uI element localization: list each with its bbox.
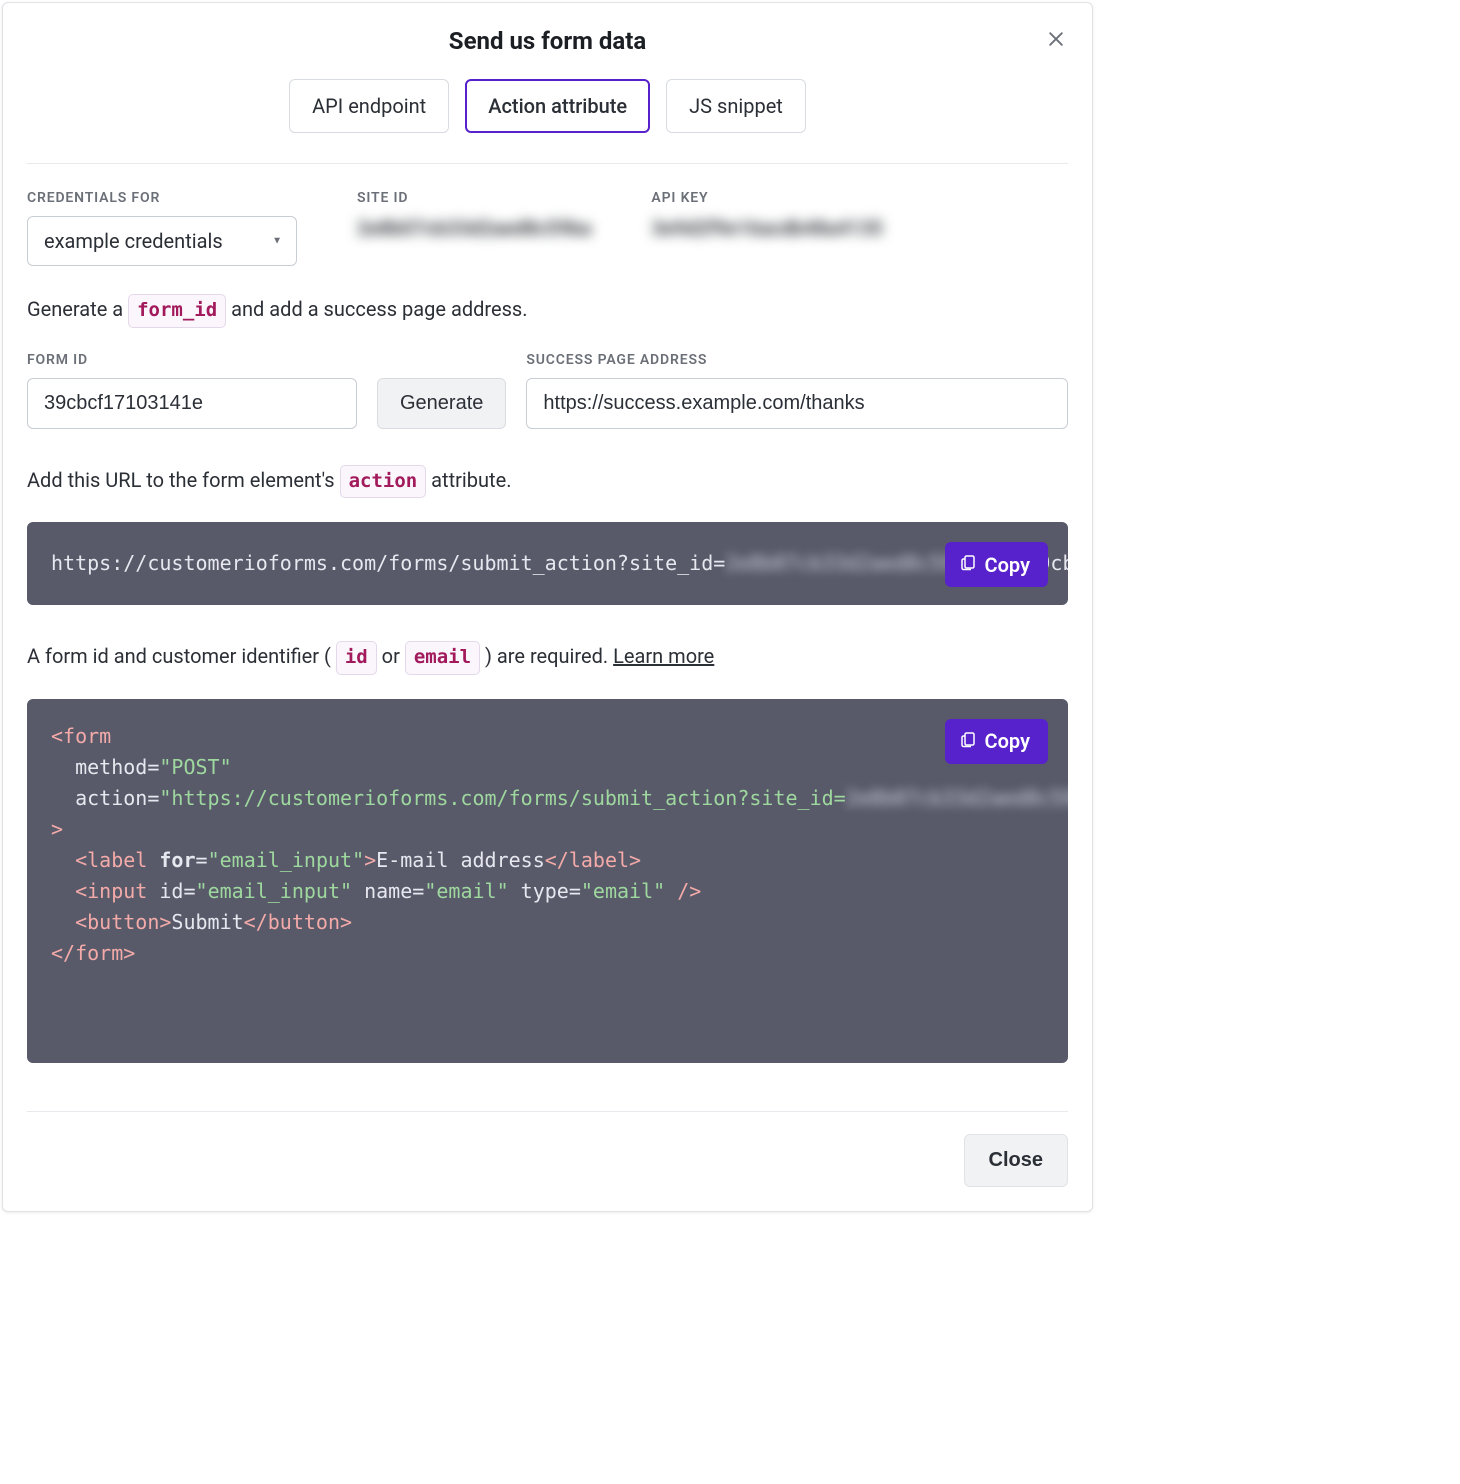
chevron-down-icon: ▼ [272, 236, 282, 247]
text: and add a success page address. [226, 297, 527, 321]
success-page-field: Success Page Address [526, 352, 1068, 429]
credentials-select[interactable]: example credentials ▼ [27, 216, 297, 266]
tab-js-snippet[interactable]: JS snippet [666, 79, 806, 133]
form-id-field: Form ID [27, 352, 357, 429]
modal-header: Send us form data [3, 3, 1092, 55]
tab-api-endpoint[interactable]: API endpoint [289, 79, 449, 133]
code-action: action [340, 465, 427, 499]
success-page-input[interactable] [526, 378, 1068, 429]
form-id-row: Form ID Generate Success Page Address [27, 352, 1068, 429]
code-text: https://customerioforms.com/forms/submit… [171, 786, 845, 810]
generate-sentence: Generate a form_id and add a success pag… [27, 294, 1068, 328]
code-text: Submit [171, 910, 243, 934]
identifier-sentence: A form id and customer identifier ( id o… [27, 641, 1068, 675]
text: A form id and customer identifier ( [27, 644, 336, 668]
action-url-code-block: https://customerioforms.com/forms/submit… [27, 522, 1068, 605]
api-key-block: API Key 3e9d2f9e16acdb48a4135 [651, 190, 882, 240]
api-key-value: 3e9d2f9e16acdb48a4135 [651, 216, 882, 240]
text: ) are required. [480, 644, 613, 668]
close-icon[interactable] [1044, 27, 1068, 51]
text: attribute. [426, 468, 511, 492]
site-id-value: 2e8b07cb33d2aed8c59ba [357, 216, 591, 240]
code-form-id: form_id [128, 294, 226, 328]
obscured-site-id-2: 2e8b07cb33d2aed8c59ba [846, 786, 1068, 810]
modal-title: Send us form data [449, 27, 646, 55]
tab-action-attribute[interactable]: Action attribute [465, 79, 650, 133]
clipboard-icon [959, 552, 977, 577]
obscured-site-id: 2e8b07cb33d2aed8c59ba [725, 551, 978, 575]
action-sentence: Add this URL to the form element's actio… [27, 465, 1068, 499]
text: Generate a [27, 297, 128, 321]
copy-form-snippet-button[interactable]: Copy [945, 719, 1048, 764]
credentials-row: Credentials for example credentials ▼ Si… [27, 190, 1068, 266]
credentials-selected: example credentials [44, 229, 223, 253]
site-id-label: Site ID [357, 190, 591, 206]
code-text: https://customerioforms.com/forms/submit… [51, 551, 725, 575]
copy-label: Copy [985, 729, 1030, 753]
modal-content: Credentials for example credentials ▼ Si… [3, 164, 1092, 1063]
clipboard-icon [959, 729, 977, 754]
tabs-row: API endpoint Action attribute JS snippet [3, 55, 1092, 163]
text: Add this URL to the form element's [27, 468, 340, 492]
code-text: email [436, 879, 496, 903]
code-text: E-mail address [376, 848, 545, 872]
learn-more-link[interactable]: Learn more [613, 644, 714, 668]
form-snippet-code-block: <form method="POST" action="https://cust… [27, 699, 1068, 1063]
modal-footer: Close [27, 1111, 1068, 1211]
credentials-label: Credentials for [27, 190, 297, 206]
text: or [377, 644, 405, 668]
api-key-label: API Key [651, 190, 882, 206]
close-button[interactable]: Close [964, 1134, 1068, 1187]
credentials-block: Credentials for example credentials ▼ [27, 190, 297, 266]
modal: Send us form data API endpoint Action at… [2, 2, 1093, 1212]
code-text: email_input [208, 879, 340, 903]
copy-action-url-button[interactable]: Copy [945, 542, 1048, 587]
form-id-label: Form ID [27, 352, 357, 368]
generate-button[interactable]: Generate [377, 378, 506, 429]
success-page-label: Success Page Address [526, 352, 1068, 368]
code-id: id [336, 641, 377, 675]
code-text: email [593, 879, 653, 903]
copy-label: Copy [985, 553, 1030, 577]
form-id-input[interactable] [27, 378, 357, 429]
site-id-block: Site ID 2e8b07cb33d2aed8c59ba [357, 190, 591, 240]
code-text: email_input [220, 848, 352, 872]
code-email: email [405, 641, 480, 675]
